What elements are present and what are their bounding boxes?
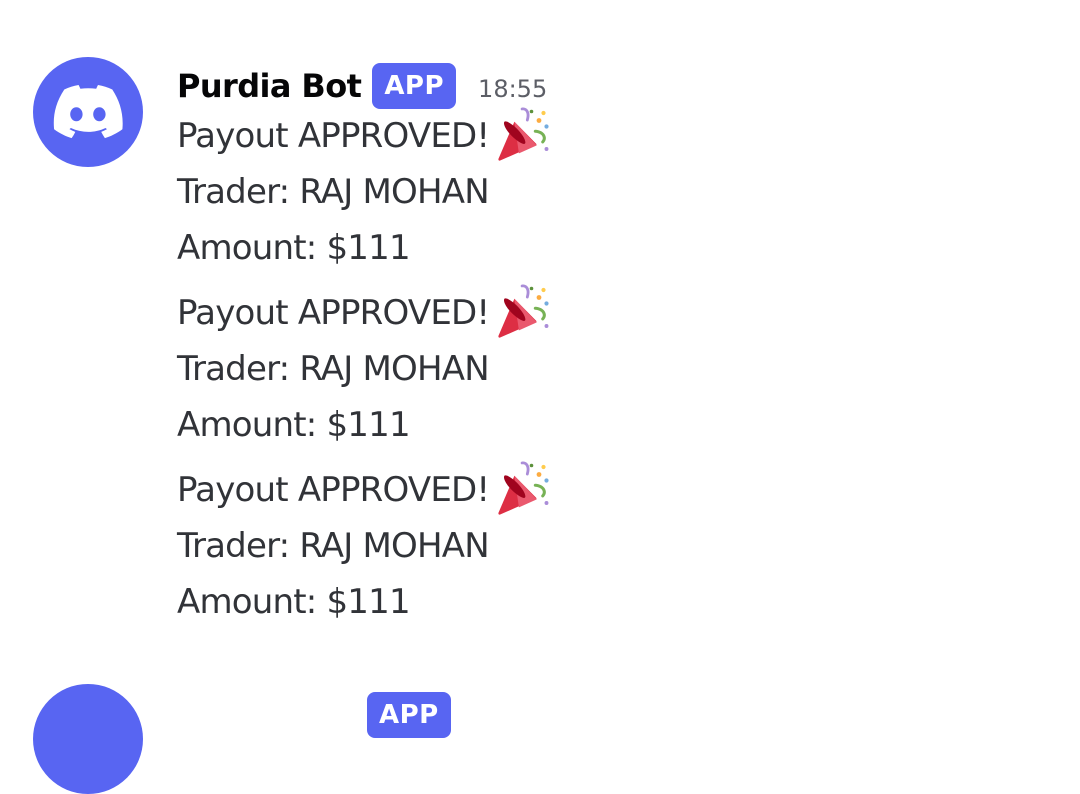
amount-line: Amount: $111 [177,405,411,445]
party-popper-icon [498,284,549,338]
trader-line: Trader: RAJ MOHAN [177,172,490,212]
party-popper-icon [498,107,549,161]
payout-headline-line: Payout APPROVED! [177,461,551,518]
avatar[interactable] [33,684,143,794]
amount-line: Amount: $111 [177,228,411,268]
payout-block: Payout APPROVED! Trader: RAJ MOHAN Amoun… [177,461,551,630]
payout-block: Payout APPROVED! Trader: RAJ MOHAN Amoun… [177,107,551,276]
payout-headline-line: Payout APPROVED! [177,107,551,164]
message-content: Payout APPROVED! Trader: RAJ MOHAN Amoun… [177,107,551,639]
party-popper-icon [498,461,549,515]
trader-line: Trader: RAJ MOHAN [177,349,490,389]
avatar[interactable] [33,57,143,167]
payout-headline: Payout APPROVED! [177,470,490,510]
payout-headline-line: Payout APPROVED! [177,284,551,341]
discord-logo-icon [53,85,123,139]
timestamp[interactable]: 18:55 [478,75,547,103]
app-badge: APP [372,63,457,109]
message-header: APP [177,689,451,741]
amount-line: Amount: $111 [177,582,411,622]
app-badge: APP [367,692,451,738]
payout-headline: Payout APPROVED! [177,116,490,156]
username[interactable]: Purdia Bot [177,67,362,105]
payout-block: Payout APPROVED! Trader: RAJ MOHAN Amoun… [177,284,551,453]
trader-line: Trader: RAJ MOHAN [177,526,490,566]
payout-headline: Payout APPROVED! [177,293,490,333]
message-header: Purdia Bot APP 18:55 [177,60,547,112]
